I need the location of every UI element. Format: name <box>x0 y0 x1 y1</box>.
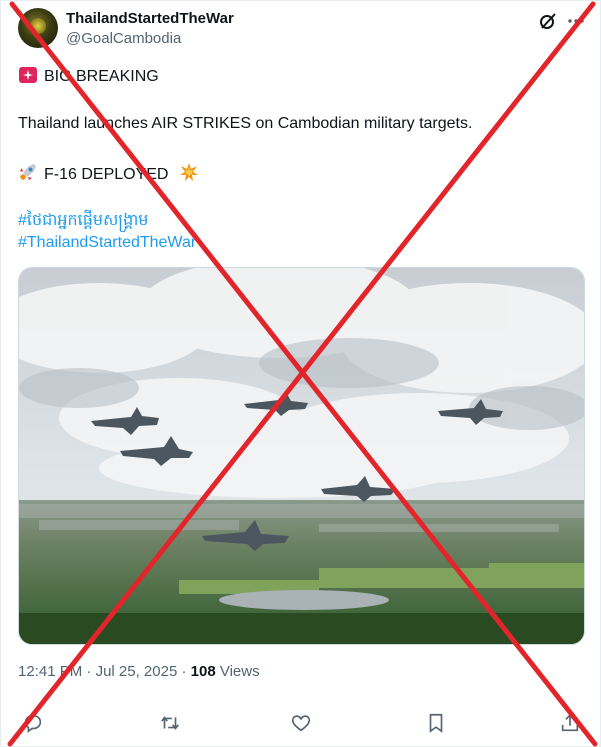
avatar[interactable] <box>18 8 58 48</box>
tweet-text-line1: BIG BREAKING <box>44 68 159 85</box>
rotating-light-icon <box>19 67 37 83</box>
tweet-text-line2: Thailand launches AIR STRIKES on Cambodi… <box>18 115 473 132</box>
more-icon[interactable] <box>566 11 586 31</box>
collision-icon <box>179 163 198 181</box>
share-icon[interactable] <box>559 712 581 734</box>
tweet-line-breaking: BIG BREAKING <box>18 66 159 86</box>
views-label: Views <box>219 663 260 680</box>
tweet-text-line3: F-16 DEPLOYED <box>44 166 169 183</box>
rocket-icon <box>20 164 36 180</box>
bookmark-icon[interactable] <box>425 712 447 734</box>
like-icon[interactable] <box>290 712 312 734</box>
tweet-line-f16: F-16 DEPLOYED <box>18 162 199 184</box>
meta-separator: · <box>86 663 92 680</box>
grok-icon[interactable] <box>538 11 558 31</box>
meta-separator: · <box>181 663 187 680</box>
tweet-photo[interactable] <box>18 267 585 645</box>
fighter-jets-photo <box>19 268 584 644</box>
tweet-meta: 12:41 PM · Jul 25, 2025 · 108 Views <box>18 663 260 680</box>
display-name[interactable]: ThailandStartedTheWar <box>66 10 234 27</box>
hashtag-thailand-started-the-war[interactable]: #ThailandStartedTheWar <box>18 234 196 252</box>
views-count: 108 <box>190 663 216 680</box>
retweet-icon[interactable] <box>159 712 181 734</box>
tweet-time[interactable]: 12:41 PM <box>18 663 82 680</box>
reply-icon[interactable] <box>22 712 44 734</box>
hashtag-khmer[interactable]: #ថៃជាអ្នកផ្តើមសង្គ្រាម <box>18 209 148 233</box>
handle[interactable]: @GoalCambodia <box>66 30 181 47</box>
tweet-date[interactable]: Jul 25, 2025 <box>96 663 178 680</box>
